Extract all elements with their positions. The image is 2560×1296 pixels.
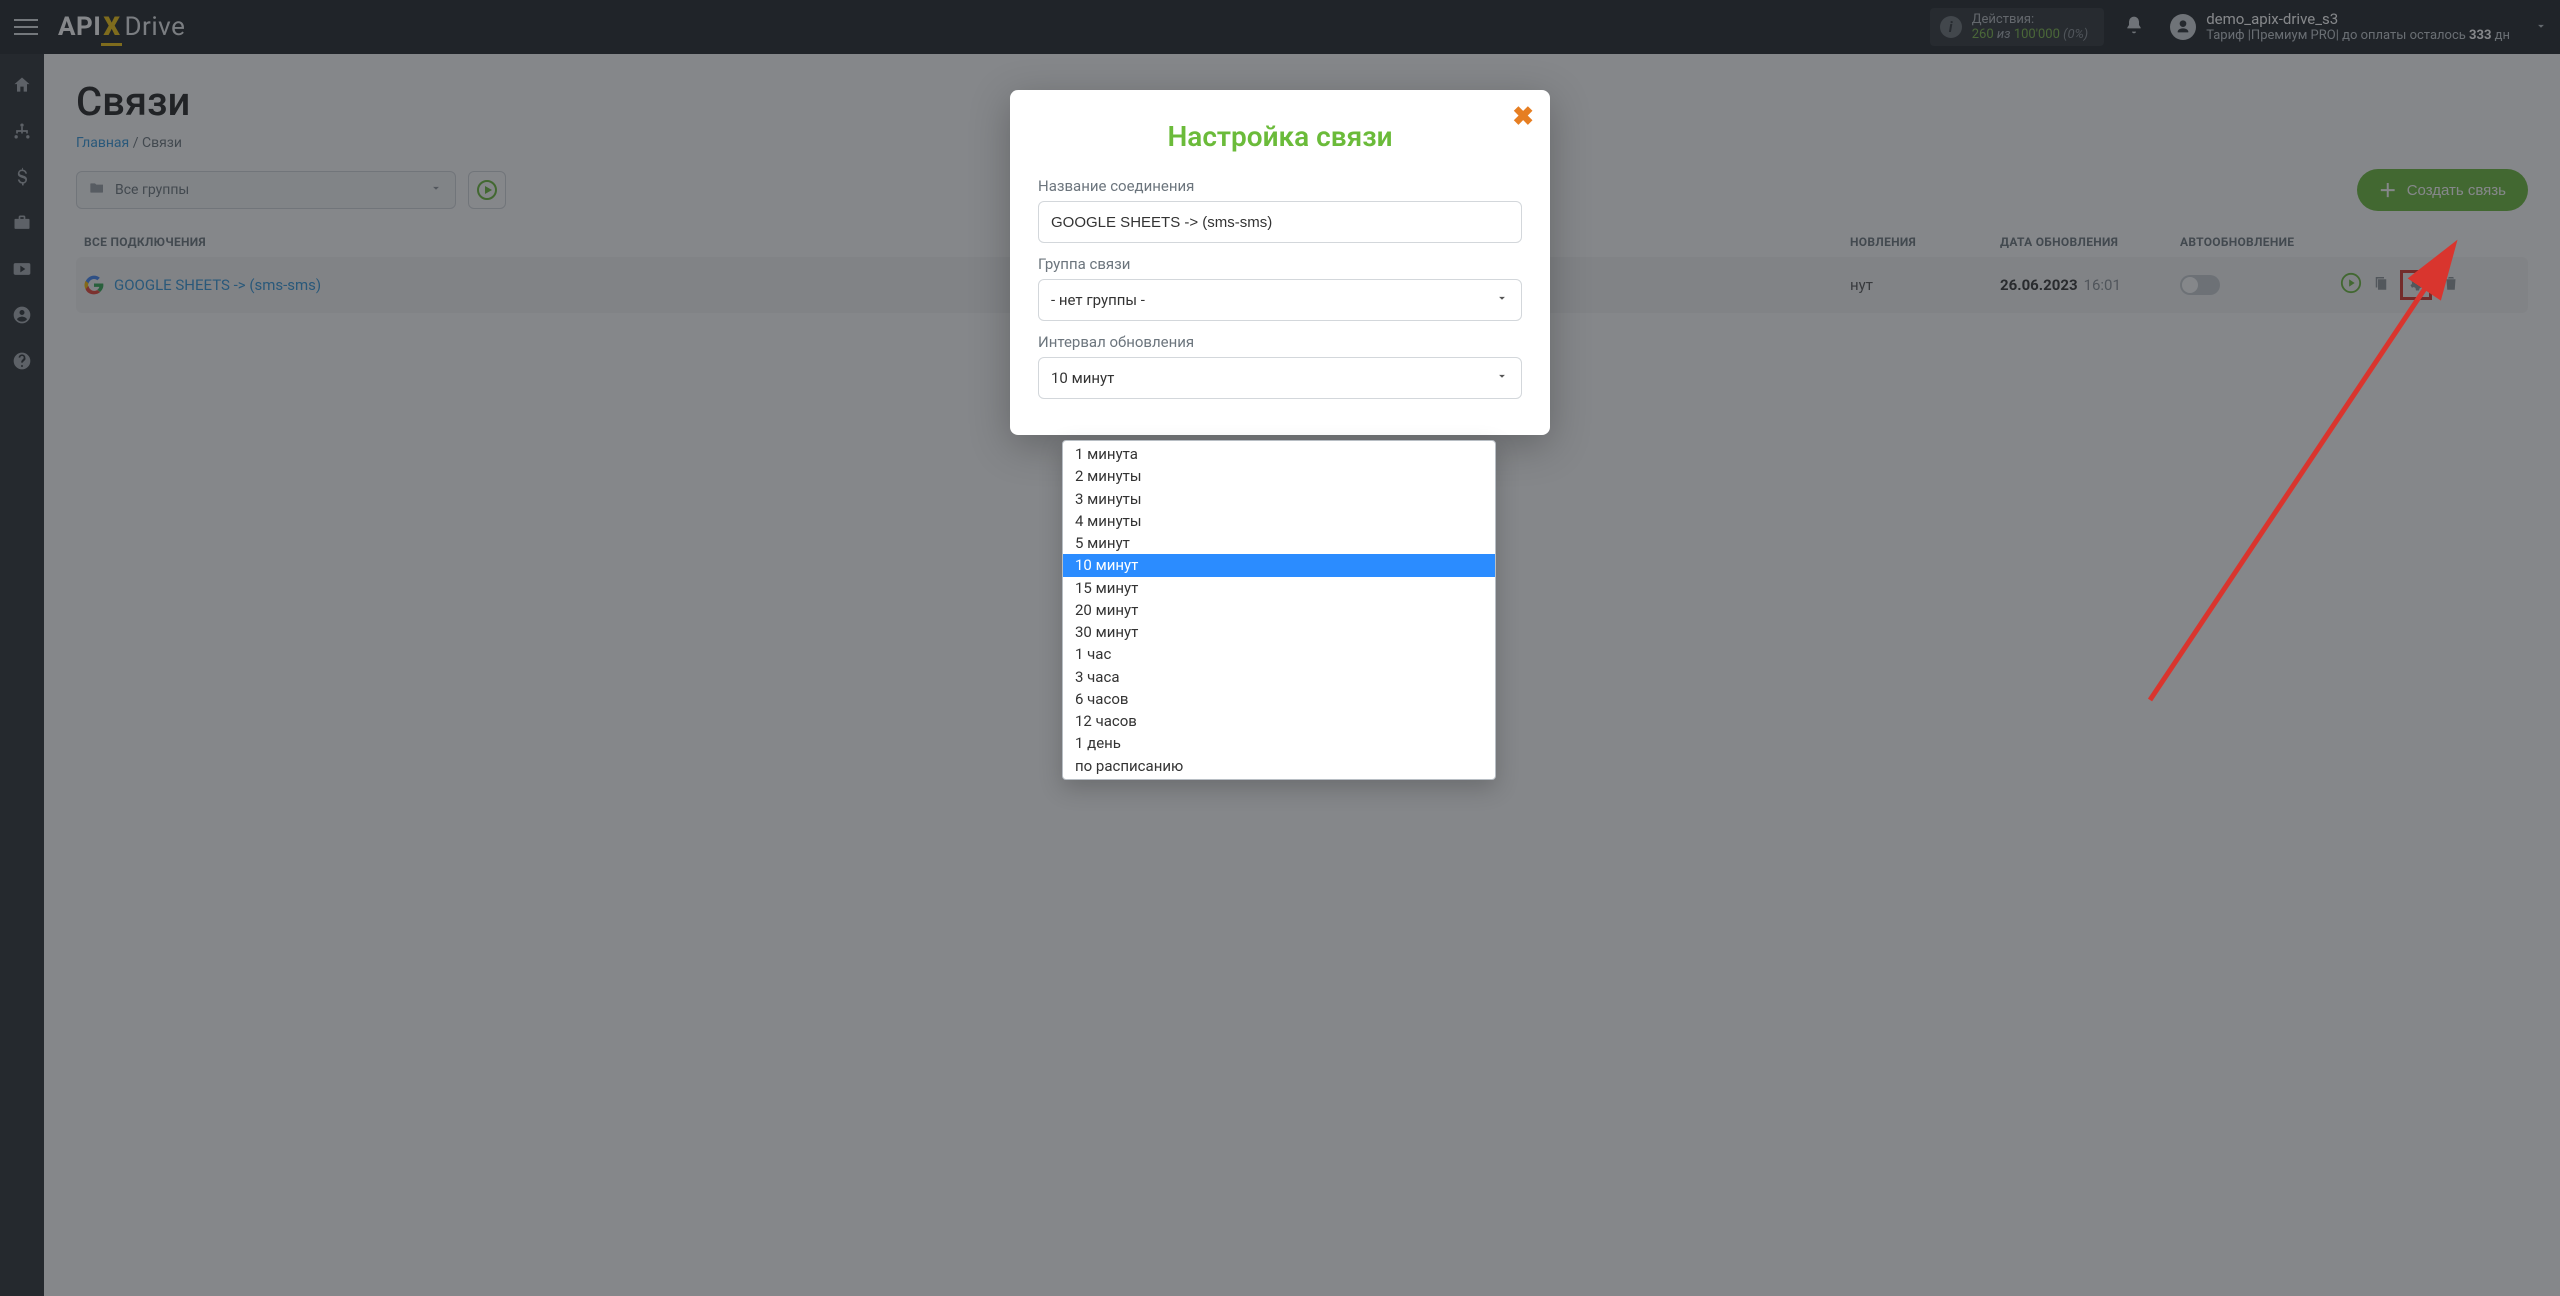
interval-option[interactable]: 1 час bbox=[1063, 643, 1495, 665]
interval-option[interactable]: по расписанию bbox=[1063, 755, 1495, 777]
interval-option[interactable]: 12 часов bbox=[1063, 710, 1495, 732]
interval-option[interactable]: 30 минут bbox=[1063, 621, 1495, 643]
interval-selected: 10 минут bbox=[1051, 369, 1114, 387]
label-connection-name: Название соединения bbox=[1038, 177, 1522, 195]
group-selected: - нет группы - bbox=[1051, 291, 1145, 309]
close-icon[interactable]: ✖ bbox=[1512, 102, 1534, 132]
chevron-down-icon bbox=[1495, 369, 1509, 387]
modal-title: Настройка связи bbox=[1038, 120, 1522, 153]
interval-option[interactable]: 1 минута bbox=[1063, 443, 1495, 465]
interval-option[interactable]: 5 минут bbox=[1063, 532, 1495, 554]
chevron-down-icon bbox=[1495, 291, 1509, 309]
interval-option[interactable]: 15 минут bbox=[1063, 577, 1495, 599]
interval-option[interactable]: 6 часов bbox=[1063, 688, 1495, 710]
interval-option[interactable]: 3 минуты bbox=[1063, 488, 1495, 510]
label-interval: Интервал обновления bbox=[1038, 333, 1522, 351]
interval-option[interactable]: 3 часа bbox=[1063, 666, 1495, 688]
interval-option[interactable]: 10 минут bbox=[1063, 554, 1495, 576]
interval-select[interactable]: 10 минут bbox=[1038, 357, 1522, 399]
interval-option[interactable]: 2 минуты bbox=[1063, 465, 1495, 487]
interval-option[interactable]: 4 минуты bbox=[1063, 510, 1495, 532]
interval-dropdown[interactable]: 1 минута2 минуты3 минуты4 минуты5 минут1… bbox=[1062, 440, 1496, 780]
settings-modal: ✖ Настройка связи Название соединения Гр… bbox=[1010, 90, 1550, 435]
interval-option[interactable]: 20 минут bbox=[1063, 599, 1495, 621]
connection-name-input[interactable] bbox=[1038, 201, 1522, 243]
group-select-modal[interactable]: - нет группы - bbox=[1038, 279, 1522, 321]
label-group: Группа связи bbox=[1038, 255, 1522, 273]
modal-overlay[interactable]: ✖ Настройка связи Название соединения Гр… bbox=[0, 0, 2560, 1296]
interval-option[interactable]: 1 день bbox=[1063, 732, 1495, 754]
